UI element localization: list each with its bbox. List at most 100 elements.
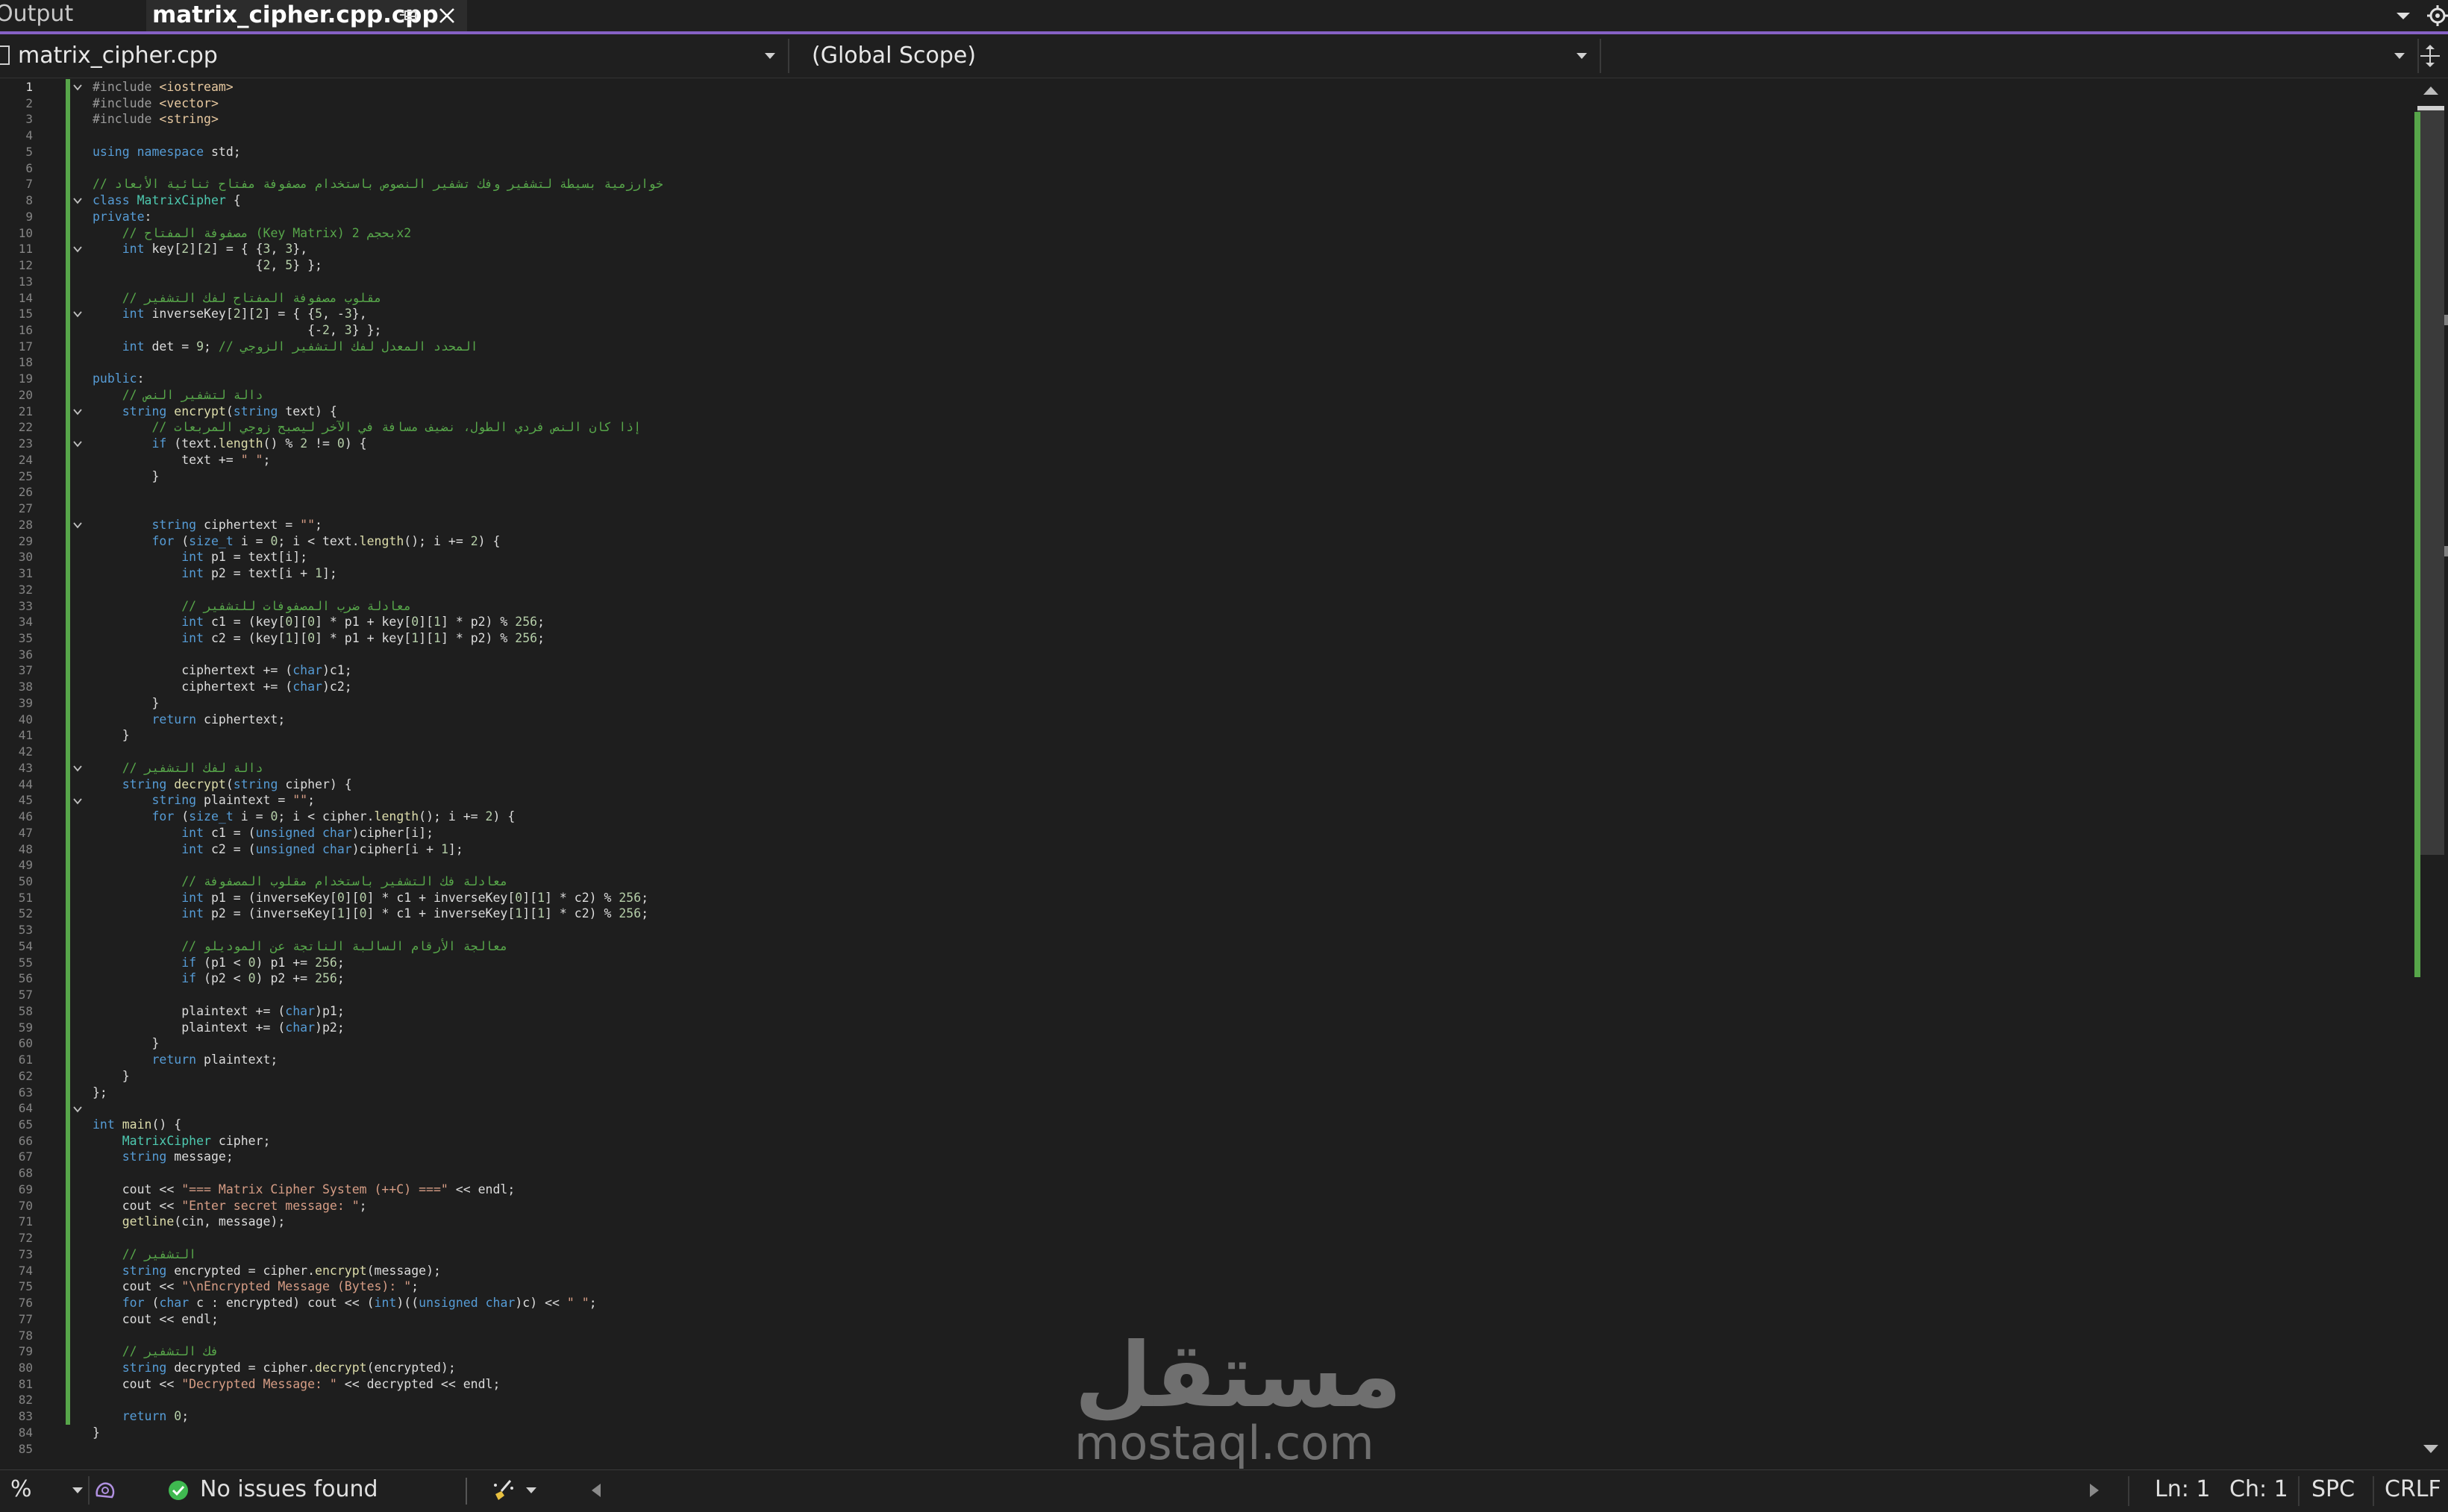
code-line[interactable]: string ciphertext = ""; bbox=[93, 517, 2405, 533]
code-line[interactable]: ciphertext += (char)c1; bbox=[93, 662, 2405, 679]
code-line[interactable]: ​ bbox=[93, 744, 2405, 760]
code-line[interactable]: getline(cin, message); bbox=[93, 1214, 2405, 1230]
code-line[interactable]: #include <string> bbox=[93, 111, 2405, 128]
code-line[interactable]: } bbox=[93, 695, 2405, 712]
code-line[interactable]: }; bbox=[93, 1085, 2405, 1101]
fold-chevron-icon[interactable] bbox=[72, 244, 84, 254]
code-line[interactable]: cout << "=== Matrix Cipher System (++C) … bbox=[93, 1182, 2405, 1198]
code-line[interactable]: for (size_t i = 0; i < text.length(); i … bbox=[93, 533, 2405, 550]
code-line[interactable]: // معادلة فك التشفير باستخدام مقلوب المص… bbox=[93, 873, 2405, 890]
code-line[interactable]: int det = 9; // المحدد المعدل لفك التشفي… bbox=[93, 339, 2405, 355]
code-line[interactable]: ​ bbox=[93, 1230, 2405, 1246]
project-file-dropdown[interactable]: matrix_cipher.cpp bbox=[0, 39, 789, 73]
code-line[interactable]: string encrypted = cipher.encrypt(messag… bbox=[93, 1263, 2405, 1279]
line-indicator[interactable]: Ln: 1 bbox=[2155, 1470, 2210, 1509]
code-line[interactable]: #include <iostream> bbox=[93, 79, 2405, 95]
code-line[interactable]: {-2, 3} }; bbox=[93, 322, 2405, 339]
tab-matrix-cipher[interactable]: matrix_cipher.cpp.cpp bbox=[146, 0, 467, 31]
scroll-down-icon[interactable] bbox=[2422, 1443, 2440, 1456]
scope-dropdown[interactable]: (Global Scope) bbox=[794, 39, 1601, 73]
code-line[interactable]: ​ bbox=[93, 647, 2405, 663]
tab-output[interactable]: Output bbox=[0, 0, 143, 31]
chevron-down-icon[interactable] bbox=[72, 1485, 84, 1496]
code-line[interactable]: int key[2][2] = { {3, 3}, bbox=[93, 241, 2405, 257]
code-line[interactable]: } bbox=[93, 727, 2405, 744]
code-line[interactable]: int c2 = (unsigned char)cipher[i + 1]; bbox=[93, 841, 2405, 858]
code-health-icon[interactable] bbox=[93, 1478, 121, 1503]
fold-chevron-icon[interactable] bbox=[72, 82, 84, 92]
scroll-up-icon[interactable] bbox=[2422, 84, 2440, 97]
code-line[interactable]: int c1 = (unsigned char)cipher[i]; bbox=[93, 825, 2405, 841]
code-line[interactable]: {2, 5} }; bbox=[93, 257, 2405, 274]
code-line[interactable]: text += " "; bbox=[93, 452, 2405, 468]
code-line[interactable]: ​ bbox=[93, 501, 2405, 517]
code-line[interactable]: string decrypt(string cipher) { bbox=[93, 777, 2405, 793]
code-line[interactable]: ​ bbox=[93, 484, 2405, 501]
code-line[interactable]: return ciphertext; bbox=[93, 712, 2405, 728]
code-line[interactable]: plaintext += (char)p1; bbox=[93, 1003, 2405, 1020]
code-line[interactable]: // معالجة الأرقام السالبة الناتجة عن الم… bbox=[93, 938, 2405, 955]
code-line[interactable]: cout << "\nEncrypted Message (Bytes): "; bbox=[93, 1279, 2405, 1295]
code-text-area[interactable]: #include <iostream> #include <vector> #inc… bbox=[93, 79, 2405, 1457]
code-line[interactable]: } bbox=[93, 1068, 2405, 1085]
char-indicator[interactable]: Ch: 1 bbox=[2229, 1470, 2288, 1509]
code-line[interactable]: int p1 = text[i]; bbox=[93, 549, 2405, 565]
code-line[interactable]: ​ bbox=[93, 160, 2405, 177]
fold-chevron-icon[interactable] bbox=[72, 796, 84, 806]
code-cleanup-brush-icon[interactable] bbox=[491, 1478, 518, 1503]
code-line[interactable]: ciphertext += (char)c2; bbox=[93, 679, 2405, 695]
member-dropdown[interactable] bbox=[1604, 39, 2419, 73]
gear-icon[interactable] bbox=[2425, 3, 2448, 28]
code-line[interactable]: for (char c : encrypted) cout << (int)((… bbox=[93, 1295, 2405, 1311]
pin-icon[interactable] bbox=[398, 3, 424, 28]
fold-chevron-icon[interactable] bbox=[72, 309, 84, 319]
code-line[interactable]: // إذا كان النص فردي الطول، نضيف مسافة ف… bbox=[93, 419, 2405, 436]
code-line[interactable]: string message; bbox=[93, 1149, 2405, 1165]
code-line[interactable]: // دالة لتشفير النص bbox=[93, 387, 2405, 404]
code-line[interactable]: if (p2 < 0) p2 += 256; bbox=[93, 970, 2405, 987]
code-line[interactable]: ​ bbox=[93, 354, 2405, 371]
code-line[interactable]: using namespace std; bbox=[93, 144, 2405, 160]
code-line[interactable]: for (size_t i = 0; i < cipher.length(); … bbox=[93, 809, 2405, 825]
fold-chevron-icon[interactable] bbox=[72, 1104, 84, 1114]
code-line[interactable]: int c2 = (key[1][0] * p1 + key[1][1] * p… bbox=[93, 630, 2405, 647]
code-line[interactable]: } bbox=[93, 468, 2405, 485]
code-line[interactable]: ​ bbox=[93, 1100, 2405, 1117]
scrollbar-thumb[interactable] bbox=[2417, 109, 2444, 855]
code-line[interactable]: ​ bbox=[93, 274, 2405, 290]
code-line[interactable]: ​ bbox=[93, 128, 2405, 144]
code-line[interactable]: // دالة لفك التشفير bbox=[93, 760, 2405, 777]
code-line[interactable]: plaintext += (char)p2; bbox=[93, 1020, 2405, 1036]
issues-status[interactable]: No issues found bbox=[200, 1470, 378, 1509]
split-editor-icon[interactable] bbox=[2417, 43, 2443, 69]
fold-chevron-icon[interactable] bbox=[72, 763, 84, 774]
close-icon[interactable] bbox=[434, 3, 460, 28]
code-line[interactable]: ​ bbox=[93, 922, 2405, 938]
code-line[interactable]: int main() { bbox=[93, 1117, 2405, 1133]
code-line[interactable]: } bbox=[93, 1035, 2405, 1052]
code-line[interactable]: int c1 = (key[0][0] * p1 + key[0][1] * p… bbox=[93, 614, 2405, 630]
code-line[interactable]: int p2 = text[i + 1]; bbox=[93, 565, 2405, 582]
code-line[interactable]: string plaintext = ""; bbox=[93, 792, 2405, 809]
code-line[interactable]: // معادلة ضرب المصفوفات للتشفير bbox=[93, 598, 2405, 615]
code-line[interactable]: public: bbox=[93, 371, 2405, 387]
code-line[interactable]: // مصفوفة المفتاح (Key Matrix) بحجم 2x2 bbox=[93, 225, 2405, 242]
fold-chevron-icon[interactable] bbox=[72, 195, 84, 206]
code-line[interactable]: cout << "Enter secret message: "; bbox=[93, 1198, 2405, 1214]
whitespace-indicator[interactable]: SPC bbox=[2311, 1470, 2355, 1509]
code-line[interactable]: int p2 = (inverseKey[1][0] * c1 + invers… bbox=[93, 906, 2405, 922]
code-line[interactable]: int p1 = (inverseKey[0][0] * c1 + invers… bbox=[93, 890, 2405, 906]
code-line[interactable]: private: bbox=[93, 209, 2405, 225]
code-line[interactable]: ​ bbox=[93, 987, 2405, 1003]
line-ending-indicator[interactable]: CRLF bbox=[2385, 1470, 2441, 1509]
code-line[interactable]: MatrixCipher cipher; bbox=[93, 1133, 2405, 1149]
code-editor[interactable]: 1 2 3 4 5 6 7 8 9 10 11 12 13 14 15 16 17 18 19 20 21 22 23 24 2… bbox=[0, 79, 2414, 1469]
fold-chevron-icon[interactable] bbox=[72, 520, 84, 530]
fold-chevron-icon[interactable] bbox=[72, 407, 84, 417]
code-line[interactable]: // التشفير bbox=[93, 1246, 2405, 1263]
code-line[interactable]: if (text.length() % 2 != 0) { bbox=[93, 436, 2405, 452]
chevron-down-icon[interactable] bbox=[525, 1485, 537, 1496]
fold-chevron-icon[interactable] bbox=[72, 439, 84, 449]
code-line[interactable]: if (p1 < 0) p1 += 256; bbox=[93, 955, 2405, 971]
scroll-right-icon[interactable] bbox=[2088, 1482, 2101, 1499]
